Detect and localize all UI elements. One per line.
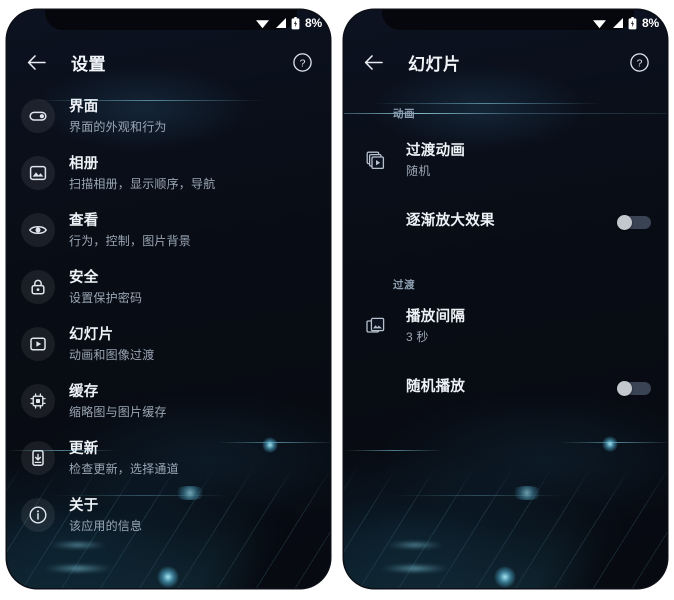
info-icon bbox=[21, 498, 55, 532]
settings-item-view[interactable]: 查看 行为，控制，图片背景 bbox=[7, 202, 330, 259]
wifi-icon bbox=[593, 20, 607, 29]
left-phone-screen: 8% 设置 ? 界面 界面的外观和行为 相册 扫描相册，显示顺序，导航 查看 行… bbox=[7, 10, 330, 588]
slideshow-item-interval[interactable]: 播放间隔 3 秒 bbox=[344, 299, 667, 355]
battery-icon bbox=[628, 16, 637, 29]
lock-icon bbox=[21, 270, 55, 304]
slideshow-item-title: 过渡动画 bbox=[406, 143, 466, 159]
back-button[interactable] bbox=[21, 47, 51, 77]
help-circle-icon: ? bbox=[629, 52, 649, 72]
slideshow-item-title: 逐渐放大效果 bbox=[406, 212, 495, 229]
chip-icon bbox=[21, 384, 55, 418]
right-page-title: 幻灯片 bbox=[408, 54, 461, 74]
status-bar: 8% bbox=[344, 10, 667, 36]
settings-item-subtitle: 扫描相册，显示顺序，导航 bbox=[69, 177, 216, 191]
settings-item-title: 幻灯片 bbox=[69, 327, 114, 343]
slideshow-item-title: 随机播放 bbox=[406, 378, 466, 395]
section-header-label: 过渡 bbox=[393, 278, 416, 291]
settings-item-subtitle: 检查更新，选择通道 bbox=[69, 462, 179, 476]
battery-percent-label: 8% bbox=[305, 16, 322, 30]
spacer-icon-slot bbox=[358, 205, 392, 239]
right-app-bar: 幻灯片 ? bbox=[344, 36, 667, 88]
signal-icon bbox=[276, 18, 287, 28]
settings-item-subtitle: 动画和图像过渡 bbox=[69, 348, 155, 362]
left-app-bar: 设置 ? bbox=[7, 36, 330, 88]
signal-icon bbox=[613, 18, 624, 28]
settings-item-subtitle: 行为，控制，图片背景 bbox=[69, 234, 192, 248]
spacer-icon-slot bbox=[358, 371, 392, 405]
arrow-left-icon bbox=[27, 54, 46, 70]
update-icon bbox=[21, 441, 55, 475]
settings-item-slideshow[interactable]: 幻灯片 动画和图像过渡 bbox=[7, 316, 330, 373]
section-header-animation: 动画 bbox=[344, 98, 667, 128]
left-page-title: 设置 bbox=[71, 54, 106, 74]
help-button[interactable]: ? bbox=[288, 48, 316, 76]
photo-album-icon bbox=[21, 156, 55, 190]
zoom-effect-toggle[interactable] bbox=[617, 215, 651, 230]
settings-item-title: 相册 bbox=[69, 156, 99, 172]
back-button[interactable] bbox=[358, 47, 388, 77]
left-phone: 8% 设置 ? 界面 界面的外观和行为 相册 扫描相册，显示顺序，导航 查看 行… bbox=[0, 0, 337, 600]
status-bar: 8% bbox=[7, 10, 330, 36]
left-settings-list[interactable]: 界面 界面的外观和行为 相册 扫描相册，显示顺序，导航 查看 行为，控制，图片背… bbox=[7, 88, 330, 588]
switch-thumb bbox=[617, 381, 632, 396]
right-phone-screen: 8% 幻灯片 ? 动画 过渡动画 随机 逐渐放大效果 过渡 播放间隔 3 秒 随… bbox=[344, 10, 667, 588]
settings-item-cache[interactable]: 缓存 缩略图与图片缓存 bbox=[7, 373, 330, 430]
slideshow-item-transition-animation[interactable]: 过渡动画 随机 bbox=[344, 128, 667, 189]
slideshow-settings-list[interactable]: 动画 过渡动画 随机 逐渐放大效果 过渡 播放间隔 3 秒 随机播放 bbox=[344, 88, 667, 588]
settings-item-subtitle: 界面的外观和行为 bbox=[69, 120, 167, 134]
dual-phone-screenshot: 8% 设置 ? 界面 界面的外观和行为 相册 扫描相册，显示顺序，导航 查看 行… bbox=[0, 0, 674, 600]
help-button[interactable]: ? bbox=[625, 48, 653, 76]
svg-text:?: ? bbox=[636, 57, 642, 69]
settings-item-interface[interactable]: 界面 界面的外观和行为 bbox=[7, 88, 330, 145]
eye-icon bbox=[21, 213, 55, 247]
shuffle-toggle[interactable] bbox=[617, 381, 651, 396]
help-circle-icon: ? bbox=[292, 52, 312, 72]
svg-text:?: ? bbox=[299, 57, 305, 69]
section-header-transition: 过渡 bbox=[344, 269, 667, 299]
images-stack-icon bbox=[358, 309, 392, 343]
slideshow-item-zoom-effect[interactable]: 逐渐放大效果 bbox=[344, 189, 667, 253]
settings-item-about[interactable]: 关于 该应用的信息 bbox=[7, 487, 330, 544]
settings-item-title: 界面 bbox=[69, 99, 99, 115]
slideshow-item-value: 3 秒 bbox=[406, 330, 429, 344]
settings-item-albums[interactable]: 相册 扫描相册，显示顺序，导航 bbox=[7, 145, 330, 202]
settings-item-subtitle: 缩略图与图片缓存 bbox=[69, 405, 167, 419]
settings-item-title: 查看 bbox=[69, 213, 99, 229]
settings-item-title: 缓存 bbox=[69, 384, 99, 400]
slideshow-item-shuffle[interactable]: 随机播放 bbox=[344, 355, 667, 419]
battery-percent-label: 8% bbox=[642, 16, 659, 30]
settings-item-subtitle: 设置保护密码 bbox=[69, 291, 143, 305]
switch-thumb bbox=[617, 215, 632, 230]
slideshow-item-value: 随机 bbox=[406, 164, 431, 178]
section-header-label: 动画 bbox=[393, 107, 416, 120]
settings-item-security[interactable]: 安全 设置保护密码 bbox=[7, 259, 330, 316]
slideshow-icon bbox=[21, 327, 55, 361]
settings-item-update[interactable]: 更新 检查更新，选择通道 bbox=[7, 430, 330, 487]
slideshow-item-title: 播放间隔 bbox=[406, 309, 466, 325]
arrow-left-icon bbox=[364, 54, 383, 70]
settings-item-title: 更新 bbox=[69, 441, 99, 457]
layers-icon bbox=[358, 143, 392, 177]
battery-icon bbox=[291, 16, 300, 29]
interface-toggle-icon bbox=[21, 99, 55, 133]
settings-item-title: 关于 bbox=[69, 498, 99, 514]
right-phone: 8% 幻灯片 ? 动画 过渡动画 随机 逐渐放大效果 过渡 播放间隔 3 秒 随… bbox=[337, 0, 674, 600]
wifi-icon bbox=[256, 20, 270, 29]
settings-item-subtitle: 该应用的信息 bbox=[69, 519, 143, 533]
settings-item-title: 安全 bbox=[69, 270, 99, 286]
